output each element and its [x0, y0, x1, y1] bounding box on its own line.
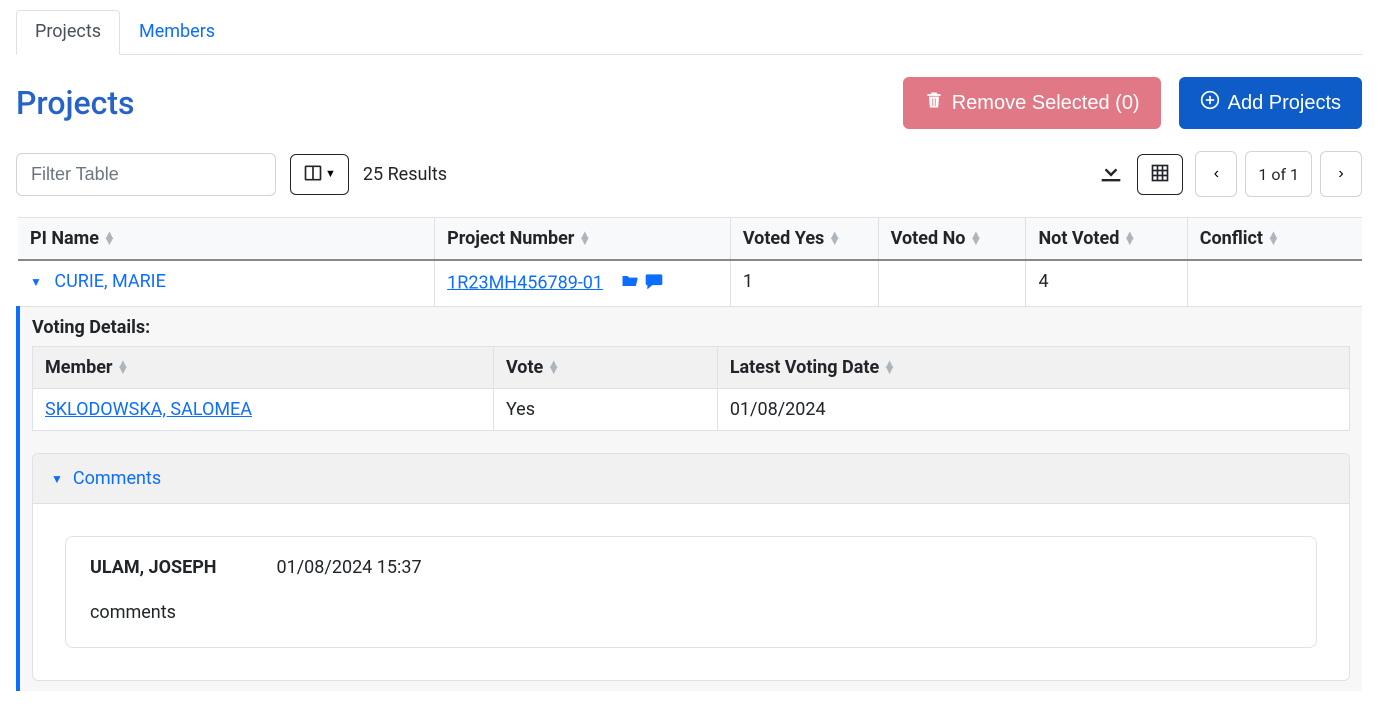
- expanded-details-row: Voting Details: Member Vote Latest Votin…: [18, 307, 1362, 692]
- prev-page-button[interactable]: ‹: [1195, 151, 1237, 197]
- comment-author: ULAM, JOSEPH: [90, 557, 217, 578]
- folder-open-icon[interactable]: [620, 271, 640, 296]
- col-conflict[interactable]: Conflict: [1187, 218, 1362, 261]
- col-no-label: Voted No: [891, 228, 966, 249]
- col-not-voted[interactable]: Not Voted: [1026, 218, 1187, 261]
- inner-col-vote[interactable]: Vote: [493, 347, 717, 389]
- inner-col-member[interactable]: Member: [33, 347, 494, 389]
- caret-down-icon: ▼: [51, 472, 63, 486]
- col-yes-label: Voted Yes: [743, 228, 824, 249]
- chevron-right-icon: ›: [1338, 165, 1343, 183]
- sort-icon: [117, 362, 130, 375]
- col-pi-name-label: PI Name: [30, 228, 99, 249]
- member-link[interactable]: SKLODOWSKA, SALOMEA: [45, 399, 252, 420]
- next-page-button[interactable]: ›: [1320, 151, 1362, 197]
- col-voted-no[interactable]: Voted No: [878, 218, 1026, 261]
- inner-col-date[interactable]: Latest Voting Date: [717, 347, 1349, 389]
- comments-header-label: Comments: [73, 468, 161, 489]
- remove-selected-button[interactable]: Remove Selected (0): [903, 77, 1161, 129]
- caret-down-icon: ▼: [325, 168, 336, 180]
- voting-details-table: Member Vote Latest Voting Date SKLODOWSK…: [32, 346, 1350, 431]
- pi-name-link[interactable]: CURIE, MARIE: [54, 271, 165, 292]
- remove-selected-label: Remove Selected (0): [952, 91, 1140, 115]
- add-projects-label: Add Projects: [1228, 91, 1341, 115]
- page-indicator: 1 of 1: [1245, 151, 1312, 197]
- inner-col-vote-label: Vote: [506, 357, 543, 378]
- page-title: Projects: [16, 84, 135, 122]
- sort-icon: [103, 233, 116, 246]
- col-conflict-label: Conflict: [1200, 228, 1263, 249]
- sort-icon: [969, 233, 982, 246]
- comments-toggle[interactable]: ▼ Comments: [33, 454, 1349, 504]
- inner-col-member-label: Member: [45, 357, 113, 378]
- vote-date: 01/08/2024: [717, 389, 1349, 431]
- cell-voted-no: [878, 260, 1026, 307]
- cell-conflict: [1187, 260, 1362, 307]
- sort-icon: [1123, 233, 1136, 246]
- results-count: 25 Results: [363, 164, 447, 185]
- sort-icon: [828, 233, 841, 246]
- row-expand-toggle[interactable]: ▼: [30, 275, 42, 289]
- sort-icon: [578, 233, 591, 246]
- col-project-number[interactable]: Project Number: [435, 218, 731, 261]
- comment-card: ULAM, JOSEPH 01/08/2024 15:37 comments: [65, 536, 1317, 648]
- sort-icon: [883, 362, 896, 375]
- voting-details-title: Voting Details:: [32, 317, 1350, 338]
- sort-icon: [547, 362, 560, 375]
- comment-text: comments: [90, 602, 1292, 623]
- table-row: ▼ CURIE, MARIE 1R23MH456789-01 1: [18, 260, 1362, 307]
- projects-table: PI Name Project Number Voted Yes Voted N…: [16, 217, 1362, 691]
- inner-col-date-label: Latest Voting Date: [730, 357, 879, 378]
- nav-tabs: Projects Members: [16, 10, 1362, 55]
- tab-projects[interactable]: Projects: [16, 10, 120, 55]
- col-notvoted-label: Not Voted: [1038, 228, 1119, 249]
- col-project-label: Project Number: [447, 228, 574, 249]
- comment-timestamp: 01/08/2024 15:37: [277, 557, 422, 578]
- sort-icon: [1267, 233, 1280, 246]
- vote-value: Yes: [493, 389, 717, 431]
- cell-voted-yes: 1: [730, 260, 878, 307]
- tab-members[interactable]: Members: [120, 10, 234, 55]
- grid-view-button[interactable]: [1137, 154, 1183, 195]
- columns-icon: [303, 163, 323, 186]
- columns-toggle-button[interactable]: ▼: [290, 154, 349, 195]
- cell-not-voted: 4: [1026, 260, 1187, 307]
- comment-icon[interactable]: [644, 271, 664, 296]
- col-pi-name[interactable]: PI Name: [18, 218, 435, 261]
- comments-panel: ▼ Comments ULAM, JOSEPH 01/08/2024 15:37…: [32, 453, 1350, 681]
- project-number-link[interactable]: 1R23MH456789-01: [447, 272, 603, 293]
- download-icon[interactable]: [1097, 158, 1125, 190]
- chevron-left-icon: ‹: [1214, 165, 1219, 183]
- filter-input[interactable]: [16, 153, 276, 196]
- trash-icon: [924, 90, 944, 116]
- plus-circle-icon: [1200, 90, 1220, 116]
- voting-detail-row: SKLODOWSKA, SALOMEA Yes 01/08/2024: [33, 389, 1350, 431]
- grid-icon: [1150, 163, 1170, 186]
- col-voted-yes[interactable]: Voted Yes: [730, 218, 878, 261]
- add-projects-button[interactable]: Add Projects: [1179, 77, 1362, 129]
